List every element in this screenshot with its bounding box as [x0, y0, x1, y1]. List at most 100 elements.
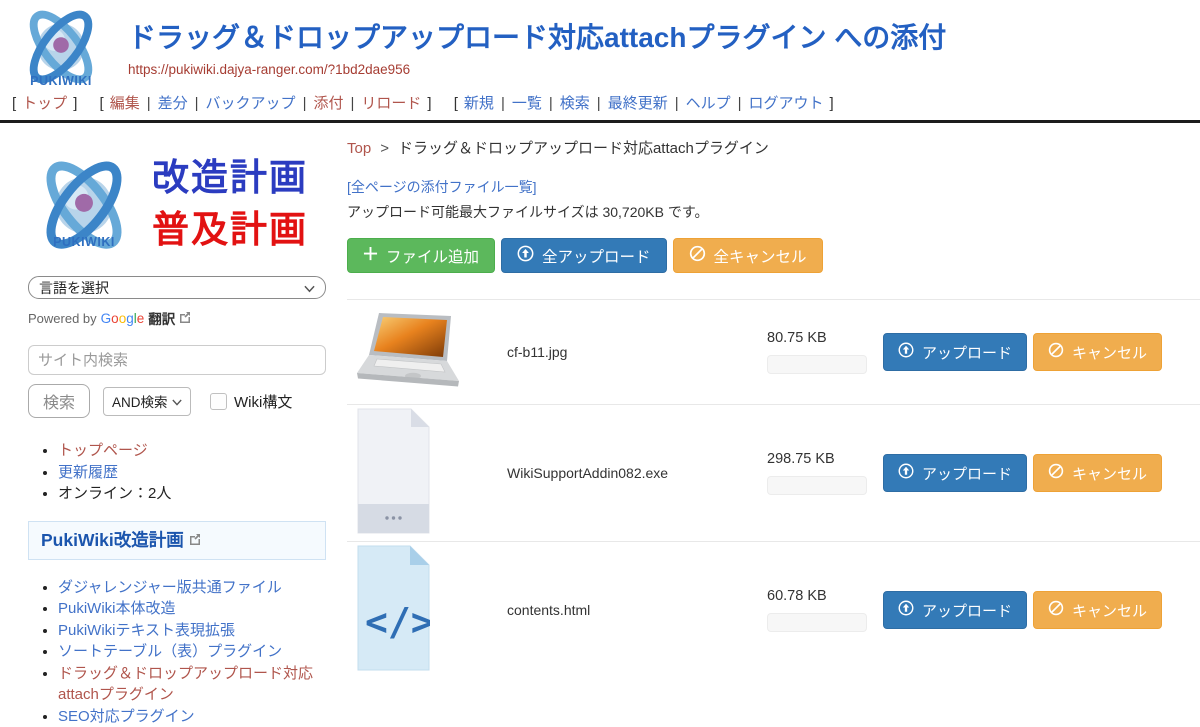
- sidebar-link-sort-table[interactable]: ソートテーブル（表）プラグイン: [58, 643, 282, 660]
- site-search-input[interactable]: [28, 345, 326, 375]
- sidebar-section-heading[interactable]: PukiWiki改造計画: [28, 521, 326, 560]
- list-item: SEO対応プラグイン: [58, 706, 341, 727]
- list-item: ソートテーブル（表）プラグイン: [58, 641, 341, 663]
- upload-button[interactable]: アップロード: [883, 591, 1027, 629]
- sidebar-link-dnd-attach[interactable]: ドラッグ＆ドロップアップロード対応attachプラグイン: [58, 665, 313, 704]
- translate-link[interactable]: 翻訳: [148, 308, 175, 328]
- chevron-down-icon: [172, 394, 182, 409]
- page-url-link[interactable]: https://pukiwiki.dajya-ranger.com/?1bd2d…: [128, 62, 410, 77]
- pukiwiki-atom-icon: PUKIWIKI: [28, 158, 140, 250]
- ban-icon: [1048, 342, 1064, 362]
- nav-group-page: [編集|差分|バックアップ|添付|リロード]: [96, 95, 436, 112]
- upload-icon: [898, 342, 914, 362]
- sidebar-link-top-page[interactable]: トップページ: [58, 442, 148, 459]
- cancel-label: キャンセル: [1072, 342, 1147, 363]
- nav-link-reload[interactable]: リロード: [361, 95, 421, 112]
- cancel-button[interactable]: キャンセル: [1033, 454, 1162, 492]
- progress-bar: [767, 476, 867, 495]
- list-item: ダジャレンジャー版共通ファイル: [58, 577, 341, 599]
- upload-all-label: 全アップロード: [542, 245, 651, 267]
- nav-separator: |: [675, 95, 679, 112]
- all-attachments-link[interactable]: [全ページの添付ファイル一覧]: [347, 177, 537, 197]
- section-heading-link[interactable]: PukiWiki改造計画: [41, 527, 184, 552]
- plus-icon: [363, 246, 378, 266]
- upload-all-button[interactable]: 全アップロード: [501, 238, 667, 273]
- laptop-photo-thumbnail: [357, 311, 469, 394]
- nav-link-edit[interactable]: 編集: [110, 95, 140, 112]
- nav-link-logout[interactable]: ログアウト: [749, 95, 824, 112]
- sidebar-link-text-extension[interactable]: PukiWikiテキスト表現拡張: [58, 622, 235, 639]
- add-files-button[interactable]: ファイル追加: [347, 238, 495, 273]
- max-upload-size-text: アップロード可能最大ファイルサイズは 30,720KB です。: [347, 202, 1200, 222]
- sidebar-link-core-mod[interactable]: PukiWiki本体改造: [58, 600, 176, 617]
- sidebar: PUKIWIKI 改造計画 普及計画 言語を選択 Powered by Goog…: [0, 123, 345, 727]
- google-translate-credit: Powered by Google 翻訳: [28, 308, 345, 328]
- nav-link-diff[interactable]: 差分: [158, 95, 188, 112]
- search-button[interactable]: 検索: [28, 384, 90, 418]
- sidebar-link-common-files[interactable]: ダジャレンジャー版共通ファイル: [58, 579, 282, 596]
- list-item: オンライン：2人: [58, 483, 345, 505]
- external-link-icon: [189, 529, 201, 550]
- sidebar-banner-logo[interactable]: PUKIWIKI 改造計画 普及計画: [28, 148, 328, 260]
- breadcrumb: Top>ドラッグ＆ドロップアップロード対応attachプラグイン: [347, 137, 1200, 158]
- file-size: 60.78 KB: [767, 588, 872, 604]
- nav-separator: |: [195, 95, 199, 112]
- nav-bracket: [: [12, 95, 16, 112]
- upload-button[interactable]: アップロード: [883, 454, 1027, 492]
- nav-separator: |: [303, 95, 307, 112]
- sidebar-link-update-history[interactable]: 更新履歴: [58, 464, 118, 481]
- sidebar-quick-links: トップページ 更新履歴 オンライン：2人: [41, 440, 345, 505]
- navbar: [トップ] [編集|差分|バックアップ|添付|リロード] [新規|一覧|検索|最…: [0, 89, 1200, 120]
- nav-link-recent[interactable]: 最終更新: [608, 95, 668, 112]
- nav-link-attach[interactable]: 添付: [313, 95, 343, 112]
- upload-icon: [898, 463, 914, 483]
- list-item: PukiWiki本体改造: [58, 598, 341, 620]
- nav-link-backup[interactable]: バックアップ: [206, 95, 296, 112]
- language-select-value: 言語を選択: [39, 278, 109, 298]
- external-link-icon: [179, 311, 191, 326]
- list-item: トップページ: [58, 440, 345, 462]
- upload-button[interactable]: アップロード: [883, 333, 1027, 371]
- wiki-syntax-checkbox[interactable]: [210, 393, 227, 410]
- site-header: PUKIWIKI ドラッグ＆ドロップアップロード対応attachプラグイン への…: [0, 0, 1200, 89]
- file-size: 80.75 KB: [767, 330, 872, 346]
- file-row: cf-b11.jpg 80.75 KB アップロード キャンセル: [347, 299, 1200, 404]
- file-name: contents.html: [507, 602, 767, 618]
- pukiwiki-brand-text: PUKIWIKI: [53, 235, 115, 249]
- page-title: ドラッグ＆ドロップアップロード対応attachプラグイン への添付: [128, 21, 946, 55]
- language-select[interactable]: 言語を選択: [28, 276, 326, 299]
- pukiwiki-atom-icon: [12, 8, 110, 84]
- breadcrumb-home-link[interactable]: Top: [347, 140, 371, 157]
- nav-group-site: [新規|一覧|検索|最終更新|ヘルプ|ログアウト]: [450, 95, 838, 112]
- nav-link-search[interactable]: 検索: [560, 95, 590, 112]
- pukiwiki-logo[interactable]: PUKIWIKI: [12, 8, 110, 89]
- pukiwiki-brand-text: PUKIWIKI: [30, 74, 92, 88]
- cancel-button[interactable]: キャンセル: [1033, 591, 1162, 629]
- upload-label: アップロード: [922, 463, 1012, 484]
- upload-icon: [898, 600, 914, 620]
- cancel-button[interactable]: キャンセル: [1033, 333, 1162, 371]
- nav-separator: |: [501, 95, 505, 112]
- nav-link-list[interactable]: 一覧: [512, 95, 542, 112]
- search-mode-select[interactable]: AND検索: [103, 387, 191, 416]
- chevron-down-icon: [304, 280, 315, 296]
- nav-separator: |: [350, 95, 354, 112]
- html-code-file-icon: </>: [357, 545, 430, 676]
- nav-link-new[interactable]: 新規: [464, 95, 494, 112]
- nav-link-help[interactable]: ヘルプ: [686, 95, 731, 112]
- list-item: PukiWikiテキスト表現拡張: [58, 620, 341, 642]
- breadcrumb-separator: >: [380, 140, 389, 157]
- ban-icon: [1048, 463, 1064, 483]
- svg-text:</>: </>: [365, 600, 430, 644]
- nav-separator: |: [597, 95, 601, 112]
- nav-bracket: ]: [830, 95, 834, 112]
- online-count-text: オンライン：2人: [58, 485, 171, 502]
- ban-icon: [1048, 600, 1064, 620]
- nav-link-top[interactable]: トップ: [22, 95, 67, 112]
- nav-bracket: [: [454, 95, 458, 112]
- sidebar-link-seo-plugin[interactable]: SEO対応プラグイン: [58, 708, 195, 725]
- cancel-all-button[interactable]: 全キャンセル: [673, 238, 823, 273]
- banner-text-line1: 改造計画: [152, 152, 308, 204]
- file-row: </> contents.html 60.78 KB アップロード: [347, 541, 1200, 678]
- nav-bracket: [: [100, 95, 104, 112]
